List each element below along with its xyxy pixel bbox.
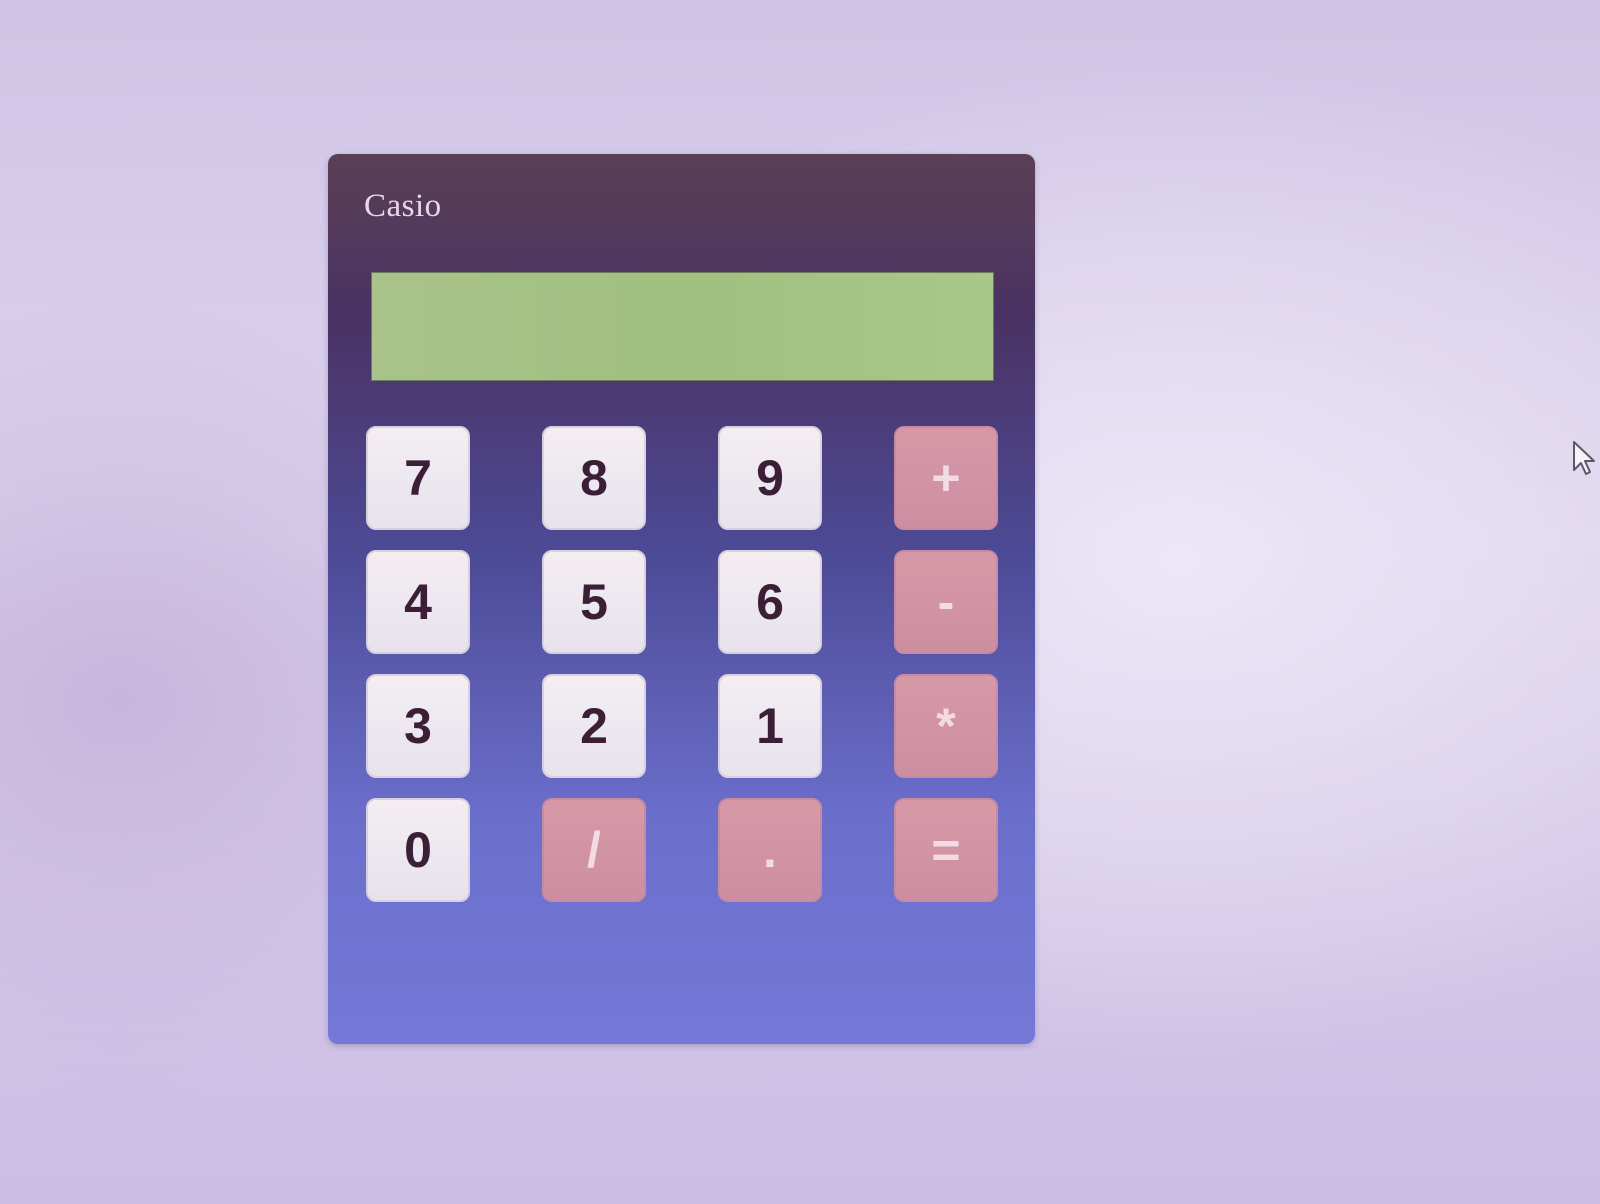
calculator: Casio 7 8 9 + 4 5 6 - 3 2 1 * 0 / . = <box>328 154 1035 1044</box>
key-divide[interactable]: / <box>542 798 646 902</box>
key-minus[interactable]: - <box>894 550 998 654</box>
key-7[interactable]: 7 <box>366 426 470 530</box>
calculator-display <box>371 272 994 381</box>
key-6[interactable]: 6 <box>718 550 822 654</box>
calculator-brand: Casio <box>364 188 442 224</box>
key-decimal[interactable]: . <box>718 798 822 902</box>
key-8[interactable]: 8 <box>542 426 646 530</box>
key-1[interactable]: 1 <box>718 674 822 778</box>
key-2[interactable]: 2 <box>542 674 646 778</box>
key-4[interactable]: 4 <box>366 550 470 654</box>
key-3[interactable]: 3 <box>366 674 470 778</box>
key-9[interactable]: 9 <box>718 426 822 530</box>
key-0[interactable]: 0 <box>366 798 470 902</box>
keypad: 7 8 9 + 4 5 6 - 3 2 1 * 0 / . = <box>366 426 998 902</box>
key-plus[interactable]: + <box>894 426 998 530</box>
key-5[interactable]: 5 <box>542 550 646 654</box>
mouse-pointer-icon <box>1573 441 1595 475</box>
key-multiply[interactable]: * <box>894 674 998 778</box>
key-equals[interactable]: = <box>894 798 998 902</box>
